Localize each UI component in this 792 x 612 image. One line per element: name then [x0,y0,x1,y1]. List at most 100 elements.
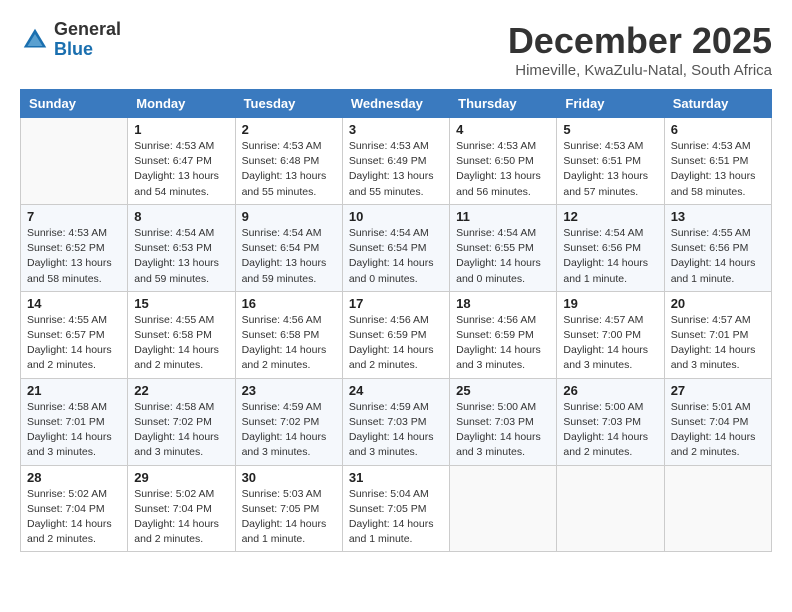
table-row [450,465,557,552]
calendar-header-row: Sunday Monday Tuesday Wednesday Thursday… [21,90,772,118]
day-info: Sunrise: 5:03 AMSunset: 7:05 PMDaylight:… [242,487,336,548]
day-number: 12 [563,209,657,224]
day-number: 13 [671,209,765,224]
day-info: Sunrise: 5:00 AMSunset: 7:03 PMDaylight:… [456,400,550,461]
day-info: Sunrise: 4:58 AMSunset: 7:02 PMDaylight:… [134,400,228,461]
calendar-week-row: 21 Sunrise: 4:58 AMSunset: 7:01 PMDayligh… [21,378,772,465]
day-info: Sunrise: 4:53 AMSunset: 6:49 PMDaylight:… [349,139,443,200]
table-row: 11 Sunrise: 4:54 AMSunset: 6:55 PMDayligh… [450,204,557,291]
table-row: 25 Sunrise: 5:00 AMSunset: 7:03 PMDayligh… [450,378,557,465]
day-number: 10 [349,209,443,224]
calendar-week-row: 28 Sunrise: 5:02 AMSunset: 7:04 PMDayligh… [21,465,772,552]
day-number: 9 [242,209,336,224]
day-number: 30 [242,470,336,485]
day-number: 5 [563,122,657,137]
table-row: 6 Sunrise: 4:53 AMSunset: 6:51 PMDaylight… [664,118,771,205]
day-info: Sunrise: 4:54 AMSunset: 6:53 PMDaylight:… [134,226,228,287]
day-info: Sunrise: 4:53 AMSunset: 6:48 PMDaylight:… [242,139,336,200]
day-number: 11 [456,209,550,224]
day-info: Sunrise: 4:58 AMSunset: 7:01 PMDaylight:… [27,400,121,461]
table-row: 31 Sunrise: 5:04 AMSunset: 7:05 PMDayligh… [342,465,449,552]
col-tuesday: Tuesday [235,90,342,118]
table-row: 28 Sunrise: 5:02 AMSunset: 7:04 PMDayligh… [21,465,128,552]
day-info: Sunrise: 4:55 AMSunset: 6:58 PMDaylight:… [134,313,228,374]
table-row: 18 Sunrise: 4:56 AMSunset: 6:59 PMDayligh… [450,291,557,378]
col-monday: Monday [128,90,235,118]
day-number: 25 [456,383,550,398]
day-number: 20 [671,296,765,311]
day-number: 27 [671,383,765,398]
day-number: 31 [349,470,443,485]
day-info: Sunrise: 4:53 AMSunset: 6:51 PMDaylight:… [563,139,657,200]
table-row: 14 Sunrise: 4:55 AMSunset: 6:57 PMDayligh… [21,291,128,378]
calendar-table: Sunday Monday Tuesday Wednesday Thursday… [20,89,772,552]
table-row: 21 Sunrise: 4:58 AMSunset: 7:01 PMDayligh… [21,378,128,465]
day-info: Sunrise: 4:54 AMSunset: 6:54 PMDaylight:… [242,226,336,287]
day-info: Sunrise: 5:00 AMSunset: 7:03 PMDaylight:… [563,400,657,461]
calendar-week-row: 14 Sunrise: 4:55 AMSunset: 6:57 PMDayligh… [21,291,772,378]
table-row: 30 Sunrise: 5:03 AMSunset: 7:05 PMDayligh… [235,465,342,552]
table-row: 5 Sunrise: 4:53 AMSunset: 6:51 PMDaylight… [557,118,664,205]
day-number: 21 [27,383,121,398]
day-number: 6 [671,122,765,137]
day-info: Sunrise: 5:01 AMSunset: 7:04 PMDaylight:… [671,400,765,461]
day-info: Sunrise: 5:04 AMSunset: 7:05 PMDaylight:… [349,487,443,548]
table-row: 29Sunrise: 5:02 AMSunset: 7:04 PMDayligh… [128,465,235,552]
day-number: 2 [242,122,336,137]
title-block: December 2025 Himeville, KwaZulu-Natal, … [508,20,772,79]
day-info: Sunrise: 4:53 AMSunset: 6:50 PMDaylight:… [456,139,550,200]
table-row: 10 Sunrise: 4:54 AMSunset: 6:54 PMDayligh… [342,204,449,291]
table-row: 26 Sunrise: 5:00 AMSunset: 7:03 PMDayligh… [557,378,664,465]
day-info: Sunrise: 4:59 AMSunset: 7:02 PMDaylight:… [242,400,336,461]
calendar-week-row: 1 Sunrise: 4:53 AMSunset: 6:47 PMDaylight… [21,118,772,205]
table-row: 20Sunrise: 4:57 AMSunset: 7:01 PMDayligh… [664,291,771,378]
day-info: Sunrise: 4:53 AMSunset: 6:47 PMDaylight:… [134,139,228,200]
day-number: 28 [27,470,121,485]
day-info: Sunrise: 5:02 AMSunset: 7:04 PMDaylight:… [27,487,121,548]
day-number: 8 [134,209,228,224]
day-number: 4 [456,122,550,137]
day-info: Sunrise: 4:56 AMSunset: 6:59 PMDaylight:… [349,313,443,374]
table-row: 19 Sunrise: 4:57 AMSunset: 7:00 PMDayligh… [557,291,664,378]
day-info: Sunrise: 4:56 AMSunset: 6:59 PMDaylight:… [456,313,550,374]
day-number: 17 [349,296,443,311]
table-row: 1 Sunrise: 4:53 AMSunset: 6:47 PMDaylight… [128,118,235,205]
day-number: 16 [242,296,336,311]
col-thursday: Thursday [450,90,557,118]
day-info: Sunrise: 4:54 AMSunset: 6:56 PMDaylight:… [563,226,657,287]
table-row: 7Sunrise: 4:53 AMSunset: 6:52 PMDaylight… [21,204,128,291]
table-row: 2 Sunrise: 4:53 AMSunset: 6:48 PMDaylight… [235,118,342,205]
col-wednesday: Wednesday [342,90,449,118]
day-info: Sunrise: 4:54 AMSunset: 6:55 PMDaylight:… [456,226,550,287]
col-sunday: Sunday [21,90,128,118]
day-number: 1 [134,122,228,137]
day-info: Sunrise: 4:53 AMSunset: 6:51 PMDaylight:… [671,139,765,200]
day-number: 15 [134,296,228,311]
day-number: 3 [349,122,443,137]
day-number: 14 [27,296,121,311]
table-row: 4 Sunrise: 4:53 AMSunset: 6:50 PMDaylight… [450,118,557,205]
logo-text: General Blue [54,20,121,60]
day-info: Sunrise: 4:54 AMSunset: 6:54 PMDaylight:… [349,226,443,287]
table-row: 22 Sunrise: 4:58 AMSunset: 7:02 PMDayligh… [128,378,235,465]
table-row: 24Sunrise: 4:59 AMSunset: 7:03 PMDayligh… [342,378,449,465]
day-info: Sunrise: 4:55 AMSunset: 6:57 PMDaylight:… [27,313,121,374]
day-number: 18 [456,296,550,311]
table-row [557,465,664,552]
day-number: 22 [134,383,228,398]
table-row: 12 Sunrise: 4:54 AMSunset: 6:56 PMDayligh… [557,204,664,291]
month-title: December 2025 [508,20,772,62]
page-header: General Blue December 2025 Himeville, Kw… [20,20,772,79]
day-number: 24 [349,383,443,398]
table-row [664,465,771,552]
table-row: 16Sunrise: 4:56 AMSunset: 6:58 PMDayligh… [235,291,342,378]
col-friday: Friday [557,90,664,118]
day-number: 19 [563,296,657,311]
day-number: 26 [563,383,657,398]
day-info: Sunrise: 4:57 AMSunset: 7:00 PMDaylight:… [563,313,657,374]
location-subtitle: Himeville, KwaZulu-Natal, South Africa [508,62,772,79]
table-row: 13 Sunrise: 4:55 AMSunset: 6:56 PMDayligh… [664,204,771,291]
day-info: Sunrise: 4:55 AMSunset: 6:56 PMDaylight:… [671,226,765,287]
day-number: 29 [134,470,228,485]
table-row: 23Sunrise: 4:59 AMSunset: 7:02 PMDayligh… [235,378,342,465]
